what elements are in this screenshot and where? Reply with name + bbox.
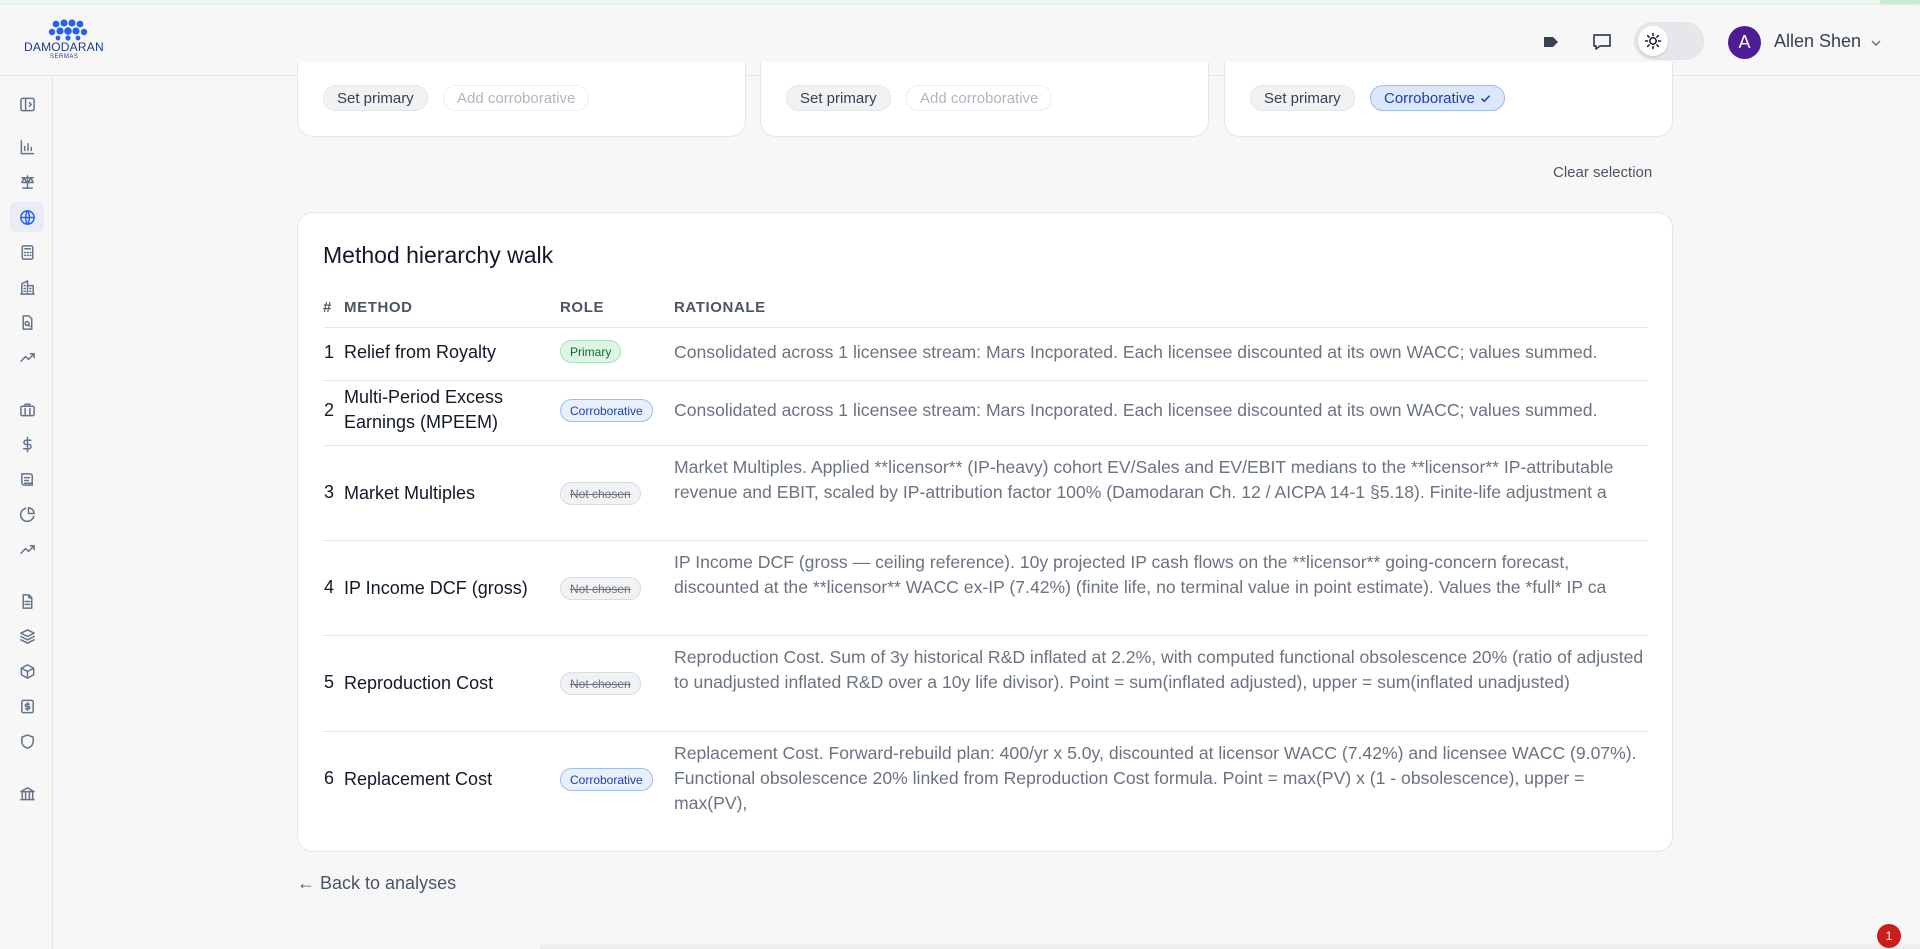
dollar-icon[interactable]	[10, 429, 44, 459]
back-to-analyses-link[interactable]: ← Back to analyses	[297, 873, 456, 894]
rationale-text: Market Multiples. Applied **licensor** (…	[674, 457, 1614, 502]
rationale-text: Reproduction Cost. Sum of 3y historical …	[674, 647, 1644, 692]
document-icon[interactable]	[10, 586, 44, 616]
row-number: 6	[324, 768, 335, 788]
method-name: Market Multiples	[344, 483, 476, 503]
method-name: Multi-Period Excess Earnings (MPEEM)	[344, 387, 504, 432]
row-divider	[323, 327, 1648, 328]
row-number: 3	[324, 482, 335, 502]
method-name: Reproduction Cost	[344, 673, 494, 693]
avatar[interactable]: A	[1728, 26, 1761, 59]
tag-icon[interactable]	[1540, 31, 1562, 53]
package-icon[interactable]	[10, 656, 44, 686]
brand-logo[interactable]: DAMODARAN SERMAS	[22, 19, 114, 63]
row-divider	[323, 540, 1648, 541]
brand-name: DAMODARAN	[24, 40, 104, 54]
layers-icon[interactable]	[10, 621, 44, 651]
role-badge: Corroborative	[560, 399, 653, 422]
row-number: 1	[324, 342, 335, 362]
briefcase-icon[interactable]	[10, 394, 44, 424]
row-number: 2	[324, 400, 335, 420]
scroll-thumb[interactable]	[1880, 0, 1920, 4]
add-corroborative-button[interactable]: Add corroborative	[906, 85, 1053, 111]
method-name: Relief from Royalty	[344, 342, 497, 362]
bank-icon[interactable]	[10, 778, 44, 808]
row-divider	[323, 445, 1648, 446]
column-header-rationale: RATIONALE	[674, 299, 766, 316]
column-header-method: METHOD	[344, 299, 413, 316]
ledger-icon[interactable]	[10, 464, 44, 494]
check-icon	[1480, 94, 1490, 102]
method-card-3: Set primary Corroborative	[1224, 62, 1673, 137]
role-badge: Primary	[560, 340, 622, 363]
add-corroborative-button[interactable]: Add corroborative	[443, 85, 590, 111]
calculator-icon[interactable]	[10, 237, 44, 267]
method-name: IP Income DCF (gross)	[344, 578, 528, 598]
trending-up-icon[interactable]	[10, 342, 44, 372]
trend-line-icon[interactable]	[10, 534, 44, 564]
brand-sub: SERMAS	[50, 54, 79, 60]
file-search-icon[interactable]	[10, 307, 44, 337]
method-card-2: Set primary Add corroborative	[760, 62, 1209, 137]
role-badge: Corroborative	[560, 768, 653, 791]
role-badge: Not chosen	[560, 672, 641, 695]
bar-chart-icon[interactable]	[10, 132, 44, 162]
theme-toggle[interactable]	[1634, 22, 1704, 60]
panel-toggle-icon[interactable]	[10, 89, 44, 119]
method-name: Replacement Cost	[344, 769, 493, 789]
method-hierarchy-panel: Method hierarchy walk # METHOD ROLE RATI…	[297, 212, 1673, 852]
rationale-text: Replacement Cost. Forward-rebuild plan: …	[674, 743, 1637, 813]
row-number: 4	[324, 577, 335, 597]
role-badge: Not chosen	[560, 482, 641, 505]
pie-chart-icon[interactable]	[10, 499, 44, 529]
globe-icon[interactable]	[10, 202, 44, 232]
row-divider	[323, 380, 1648, 381]
method-card-1: Set primary Add corroborative	[297, 62, 746, 137]
chevron-down-icon[interactable]	[1870, 36, 1882, 48]
rationale-text: Consolidated across 1 licensee stream: M…	[674, 342, 1598, 362]
row-number: 5	[324, 672, 335, 692]
sun-icon	[1638, 26, 1668, 56]
panel-title: Method hierarchy walk	[323, 242, 554, 268]
shield-icon[interactable]	[10, 726, 44, 756]
set-primary-button[interactable]: Set primary	[786, 85, 891, 111]
column-header-num: #	[323, 299, 332, 316]
sidebar	[0, 76, 53, 949]
user-name[interactable]: Allen Shen	[1774, 31, 1861, 52]
corroborative-toggle-button[interactable]: Corroborative	[1370, 85, 1505, 111]
row-divider	[323, 731, 1648, 732]
building-icon[interactable]	[10, 272, 44, 302]
column-header-role: ROLE	[560, 299, 605, 316]
scale-icon[interactable]	[10, 167, 44, 197]
role-badge: Not chosen	[560, 577, 641, 600]
clear-selection-button[interactable]: Clear selection	[1553, 164, 1652, 181]
corroborative-label: Corroborative	[1384, 89, 1475, 107]
receipt-icon[interactable]	[10, 691, 44, 721]
row-divider	[323, 635, 1648, 636]
rationale-text: IP Income DCF (gross — ceiling reference…	[674, 552, 1607, 597]
bottom-scroll-shadow	[540, 942, 1920, 949]
logo-dots-icon	[48, 19, 88, 41]
set-primary-button[interactable]: Set primary	[323, 85, 428, 111]
rationale-text: Consolidated across 1 licensee stream: M…	[674, 400, 1598, 420]
notification-badge[interactable]: 1	[1877, 924, 1901, 948]
set-primary-button[interactable]: Set primary	[1250, 85, 1355, 111]
chat-icon[interactable]	[1591, 31, 1613, 53]
